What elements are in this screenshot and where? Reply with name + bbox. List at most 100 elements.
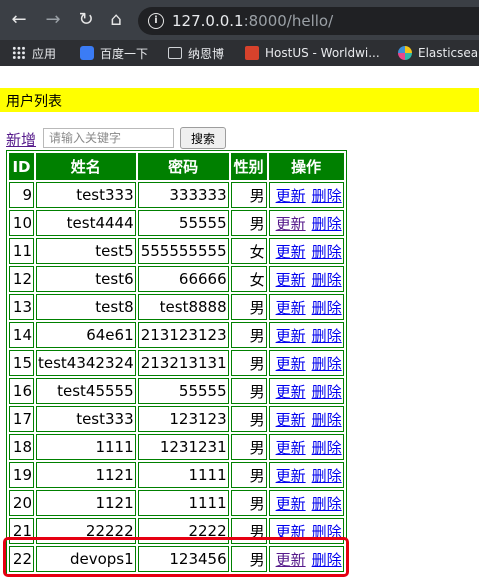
cell-actions: 更新 删除 bbox=[268, 378, 344, 404]
cell-actions: 更新 删除 bbox=[268, 434, 344, 460]
bookmark-hostus[interactable]: HostUS - Worldwi... bbox=[245, 43, 380, 63]
cell-name: 64e61 bbox=[36, 322, 136, 348]
bookmark-elastic[interactable]: Elasticsea bbox=[398, 43, 478, 63]
table-row: 13 test8 test8888 男 更新 删除 bbox=[9, 294, 344, 320]
cell-gender: 女 bbox=[230, 266, 267, 292]
cell-gender: 男 bbox=[230, 210, 267, 236]
url-text[interactable]: 127.0.0.1:8000/hello/ bbox=[172, 11, 333, 31]
user-table: ID 姓名 密码 性别 操作 9 test333 333333 男 更新 删除 1… bbox=[6, 150, 347, 575]
delete-link[interactable]: 删除 bbox=[312, 327, 342, 345]
cell-actions: 更新 删除 bbox=[268, 490, 344, 516]
reload-icon[interactable]: ↻ bbox=[75, 9, 97, 31]
update-link[interactable]: 更新 bbox=[276, 467, 306, 485]
cell-gender: 男 bbox=[230, 406, 267, 432]
cell-gender: 女 bbox=[230, 238, 267, 264]
delete-link[interactable]: 删除 bbox=[312, 187, 342, 205]
delete-link[interactable]: 删除 bbox=[312, 439, 342, 457]
update-link[interactable]: 更新 bbox=[276, 551, 306, 569]
update-link[interactable]: 更新 bbox=[276, 439, 306, 457]
cell-id: 16 bbox=[9, 378, 34, 404]
cell-id: 12 bbox=[9, 266, 34, 292]
header-id: ID bbox=[9, 153, 34, 180]
delete-link[interactable]: 删除 bbox=[312, 243, 342, 261]
cell-password: 2222 bbox=[137, 518, 229, 544]
cell-id: 18 bbox=[9, 434, 34, 460]
delete-link[interactable]: 删除 bbox=[312, 551, 342, 569]
update-link[interactable]: 更新 bbox=[276, 299, 306, 317]
cell-gender: 男 bbox=[230, 378, 267, 404]
cell-id: 17 bbox=[9, 406, 34, 432]
cell-name: test8 bbox=[36, 294, 136, 320]
hostus-icon bbox=[245, 46, 259, 60]
cell-gender: 男 bbox=[230, 546, 267, 572]
delete-link[interactable]: 删除 bbox=[312, 523, 342, 541]
cell-password: 1231231 bbox=[137, 434, 229, 460]
cell-id: 14 bbox=[9, 322, 34, 348]
cell-name: 1121 bbox=[36, 462, 136, 488]
delete-link[interactable]: 删除 bbox=[312, 215, 342, 233]
delete-link[interactable]: 删除 bbox=[312, 495, 342, 513]
update-link[interactable]: 更新 bbox=[276, 187, 306, 205]
cell-id: 21 bbox=[9, 518, 34, 544]
cell-id: 13 bbox=[9, 294, 34, 320]
title-banner: 用户列表 bbox=[0, 88, 479, 112]
cell-actions: 更新 删除 bbox=[268, 462, 344, 488]
info-icon[interactable]: i bbox=[148, 13, 164, 29]
table-row: 17 test333 123123 男 更新 删除 bbox=[9, 406, 344, 432]
update-link[interactable]: 更新 bbox=[276, 495, 306, 513]
bookmark-apps[interactable]: 应用 bbox=[12, 43, 56, 63]
header-actions: 操作 bbox=[268, 153, 344, 180]
address-bar[interactable]: i 127.0.0.1:8000/hello/ bbox=[138, 7, 479, 35]
elastic-icon bbox=[398, 46, 412, 60]
update-link[interactable]: 更新 bbox=[276, 355, 306, 373]
delete-link[interactable]: 删除 bbox=[312, 467, 342, 485]
delete-link[interactable]: 删除 bbox=[312, 299, 342, 317]
cell-name: test333 bbox=[36, 406, 136, 432]
cell-password: 555555555 bbox=[137, 238, 229, 264]
cell-password: 123456 bbox=[137, 546, 229, 572]
cell-gender: 男 bbox=[230, 182, 267, 208]
update-link[interactable]: 更新 bbox=[276, 411, 306, 429]
cell-password: 123123 bbox=[137, 406, 229, 432]
update-link[interactable]: 更新 bbox=[276, 383, 306, 401]
delete-link[interactable]: 删除 bbox=[312, 411, 342, 429]
header-name: 姓名 bbox=[36, 153, 136, 180]
home-icon[interactable]: ⌂ bbox=[105, 9, 127, 31]
update-link[interactable]: 更新 bbox=[276, 327, 306, 345]
cell-gender: 男 bbox=[230, 350, 267, 376]
table-row: 18 1111 1231231 男 更新 删除 bbox=[9, 434, 344, 460]
cell-password: 213123123 bbox=[137, 322, 229, 348]
table-row: 16 test45555 55555 男 更新 删除 bbox=[9, 378, 344, 404]
update-link[interactable]: 更新 bbox=[276, 243, 306, 261]
header-gender: 性别 bbox=[230, 153, 267, 180]
back-arrow-icon[interactable]: ← bbox=[8, 9, 30, 31]
table-row: 9 test333 333333 男 更新 删除 bbox=[9, 182, 344, 208]
search-button[interactable]: 搜索 bbox=[180, 127, 226, 149]
bookmarks-bar: 应用 百度一下 纳恩博 HostUS - Worldwi... Elastics… bbox=[0, 40, 479, 66]
cell-gender: 男 bbox=[230, 462, 267, 488]
cell-actions: 更新 删除 bbox=[268, 350, 344, 376]
add-user-link[interactable]: 新增 bbox=[6, 129, 36, 150]
table-row: 14 64e61 213123123 男 更新 删除 bbox=[9, 322, 344, 348]
bookmark-label: 应用 bbox=[32, 46, 57, 61]
table-row: 10 test4444 55555 男 更新 删除 bbox=[9, 210, 344, 236]
cell-actions: 更新 删除 bbox=[268, 546, 344, 572]
bookmark-baidu[interactable]: 百度一下 bbox=[80, 43, 148, 63]
update-link[interactable]: 更新 bbox=[276, 523, 306, 541]
bookmark-folder[interactable]: 纳恩博 bbox=[168, 43, 224, 63]
cell-name: test6 bbox=[36, 266, 136, 292]
cell-id: 15 bbox=[9, 350, 34, 376]
table-row: 11 test5 555555555 女 更新 删除 bbox=[9, 238, 344, 264]
table-row: 21 22222 2222 男 更新 删除 bbox=[9, 518, 344, 544]
search-input[interactable] bbox=[43, 128, 174, 148]
cell-password: 66666 bbox=[137, 266, 229, 292]
cell-name: test4444 bbox=[36, 210, 136, 236]
update-link[interactable]: 更新 bbox=[276, 271, 306, 289]
cell-id: 19 bbox=[9, 462, 34, 488]
update-link[interactable]: 更新 bbox=[276, 215, 306, 233]
bookmark-label: HostUS - Worldwi... bbox=[265, 46, 380, 60]
delete-link[interactable]: 删除 bbox=[312, 355, 342, 373]
delete-link[interactable]: 删除 bbox=[312, 383, 342, 401]
forward-arrow-icon[interactable]: → bbox=[42, 9, 64, 31]
delete-link[interactable]: 删除 bbox=[312, 271, 342, 289]
